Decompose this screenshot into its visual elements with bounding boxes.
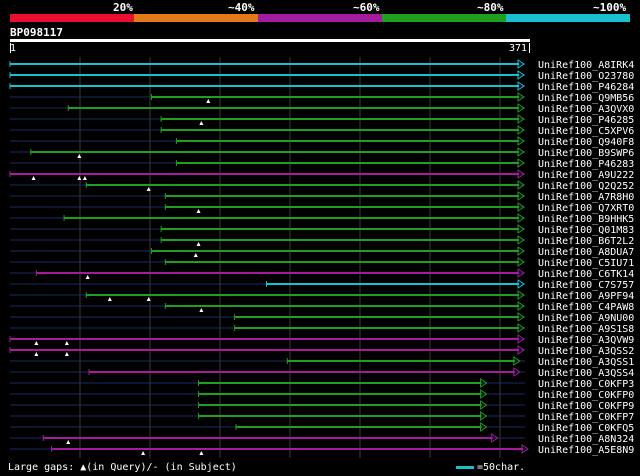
hit-label[interactable]: UniRef100_C6TK14 [538, 269, 634, 280]
query-gap-marker [77, 154, 82, 158]
hit-label[interactable]: UniRef100_A7R8H0 [538, 192, 634, 203]
hit-label[interactable]: UniRef100_B6T2L2 [538, 236, 634, 247]
hit-label[interactable]: UniRef100_A5E8N9 [538, 445, 634, 456]
query-gap-marker [199, 451, 204, 455]
hit-label[interactable]: UniRef100_Q7XRT0 [538, 203, 634, 214]
query-gap-marker [196, 209, 201, 213]
hit-label[interactable]: UniRef100_C0KFQ5 [538, 423, 634, 434]
query-gap-marker [141, 451, 146, 455]
hit-label[interactable]: UniRef100_Q2Q252 [538, 181, 634, 192]
hit-label[interactable]: UniRef100_A9PF94 [538, 291, 634, 302]
hit-label[interactable]: UniRef100_B9SWP6 [538, 148, 634, 159]
query-gap-marker [85, 275, 90, 279]
scale-legend: =50char. [456, 462, 525, 473]
hit-label[interactable]: UniRef100_C5IU71 [538, 258, 634, 269]
hit-label[interactable]: UniRef100_C0KFP9 [538, 401, 634, 412]
hit-label[interactable]: UniRef100_C0KFP3 [538, 379, 634, 390]
gap-legend: Large gaps: ▲(in Query)/- (in Subject) [8, 462, 237, 473]
query-gap-marker [107, 297, 112, 301]
query-gap-marker [64, 341, 69, 345]
scale-line [456, 465, 474, 469]
hit-label[interactable]: UniRef100_C4PAW8 [538, 302, 634, 313]
query-gap-marker [199, 308, 204, 312]
query-gap-marker [199, 121, 204, 125]
scale-label: =50char. [477, 462, 526, 473]
query-gap-marker [193, 253, 198, 257]
hit-label[interactable]: UniRef100_C7S757 [538, 280, 634, 291]
query-gap-marker [77, 176, 82, 180]
query-gap-marker [34, 341, 39, 345]
hit-label[interactable]: UniRef100_A9U222 [538, 170, 634, 181]
hit-label[interactable]: UniRef100_A3QVW9 [538, 335, 634, 346]
hit-label[interactable]: UniRef100_C0KFP0 [538, 390, 634, 401]
hit-alignment-chart: UniRef100_A8IRK4UniRef100_O23780UniRef10… [9, 57, 634, 458]
hit-label[interactable]: UniRef100_A9S1S8 [538, 324, 634, 335]
hit-label[interactable]: UniRef100_Q9MB56 [538, 93, 634, 104]
hit-label[interactable]: UniRef100_A8IRK4 [538, 60, 634, 71]
hit-label[interactable]: UniRef100_C0KFP7 [538, 412, 634, 423]
hit-label[interactable]: UniRef100_O23780 [538, 71, 634, 82]
query-gap-marker [64, 352, 69, 356]
query-gap-marker [196, 242, 201, 246]
hit-label[interactable]: UniRef100_P46283 [538, 159, 634, 170]
hit-label[interactable]: UniRef100_A3QSS2 [538, 346, 634, 357]
hit-label[interactable]: UniRef100_C5XPV6 [538, 126, 634, 137]
query-gap-marker [34, 352, 39, 356]
query-gap-marker [66, 440, 71, 444]
query-gap-marker [82, 176, 87, 180]
hit-label[interactable]: UniRef100_A3QVX0 [538, 104, 634, 115]
hit-label[interactable]: UniRef100_A3QSS4 [538, 368, 634, 379]
hit-label[interactable]: UniRef100_A3QSS1 [538, 357, 634, 368]
hit-label[interactable]: UniRef100_P46285 [538, 115, 634, 126]
hit-label[interactable]: UniRef100_B9HHK5 [538, 214, 634, 225]
hit-label[interactable]: UniRef100_Q940F8 [538, 137, 634, 148]
query-gap-marker [31, 176, 36, 180]
hit-label[interactable]: UniRef100_A8N324 [538, 434, 634, 445]
hit-label[interactable]: UniRef100_P46284 [538, 82, 634, 93]
hit-label[interactable]: UniRef100_A8DUA7 [538, 247, 634, 258]
hit-label[interactable]: UniRef100_Q01M83 [538, 225, 634, 236]
hit-label[interactable]: UniRef100_A9NU00 [538, 313, 634, 324]
query-gap-marker [206, 99, 211, 103]
